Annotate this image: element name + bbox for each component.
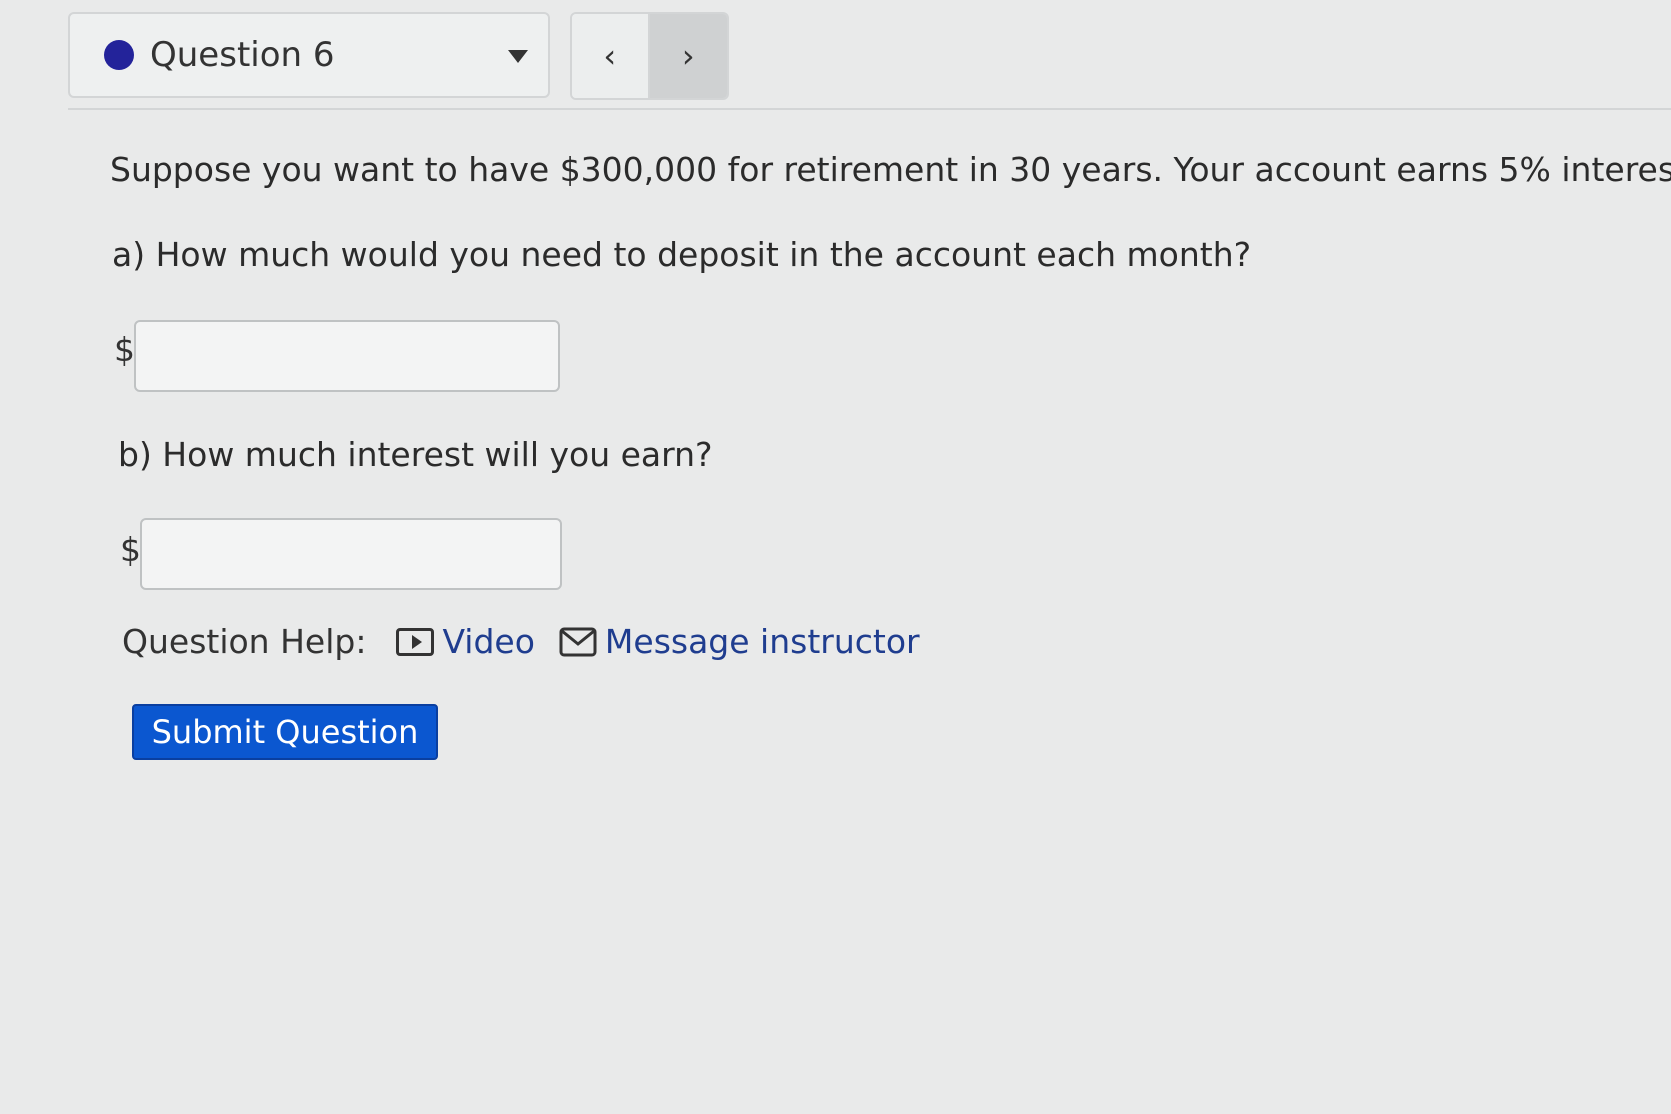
question-selector[interactable]: Question 6	[68, 12, 550, 98]
message-instructor-link[interactable]: Message instructor	[559, 622, 920, 661]
video-link[interactable]: Video	[396, 622, 535, 661]
currency-symbol-a: $	[114, 330, 135, 369]
question-help: Question Help: Video Message instructor	[122, 622, 944, 661]
dropdown-caret-icon[interactable]	[508, 50, 528, 63]
question-prompt: Suppose you want to have $300,000 for re…	[110, 150, 1671, 189]
question-label: Question 6	[150, 35, 335, 75]
answer-b-input[interactable]	[140, 518, 562, 590]
part-a-question: a) How much would you need to deposit in…	[112, 235, 1252, 274]
mail-icon	[559, 627, 597, 656]
chevron-right-icon: ›	[681, 37, 695, 75]
status-dot-icon	[104, 40, 134, 70]
chevron-left-icon: ‹	[603, 37, 617, 75]
header-divider	[68, 108, 1671, 110]
message-instructor-label: Message instructor	[604, 622, 920, 661]
answer-a-input[interactable]	[134, 320, 560, 392]
next-question-button[interactable]: ›	[649, 14, 727, 98]
part-b-question: b) How much interest will you earn?	[118, 435, 713, 474]
question-help-label: Question Help:	[122, 622, 367, 661]
submit-question-button[interactable]: Submit Question	[132, 704, 438, 760]
currency-symbol-b: $	[120, 530, 141, 569]
video-icon	[396, 627, 435, 656]
previous-question-button[interactable]: ‹	[572, 14, 650, 98]
video-link-label: Video	[442, 622, 535, 661]
question-navigation: ‹ ›	[570, 12, 729, 100]
